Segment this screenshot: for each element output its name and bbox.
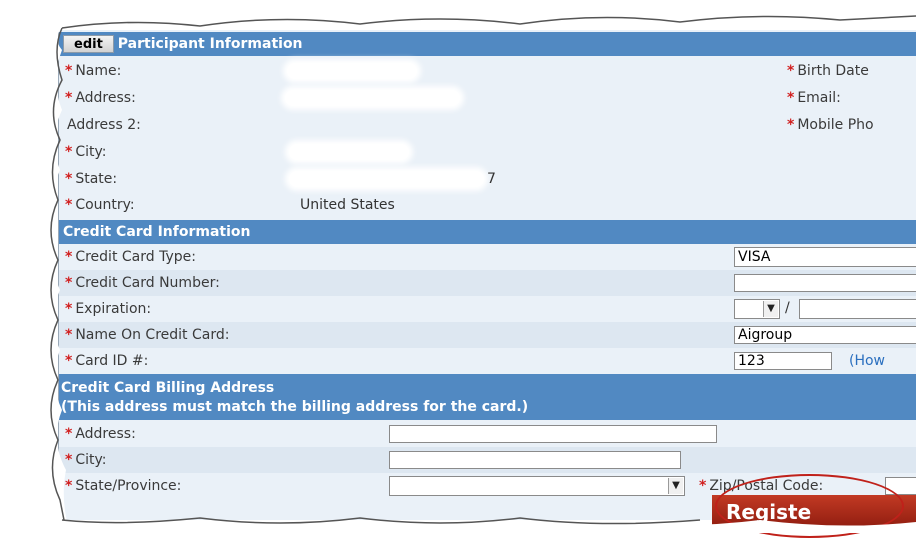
card-type-label: Credit Card Type: (75, 249, 196, 265)
credit-card-header: Credit Card Information (59, 220, 916, 244)
redacted-city (289, 144, 409, 160)
address2-row: Address 2: * Mobile Pho (59, 112, 916, 138)
edit-button[interactable]: edit (63, 35, 114, 53)
billing-city-input[interactable] (389, 451, 681, 469)
billing-address-header: Credit Card Billing Address (This addres… (59, 374, 916, 420)
card-type-row: *Credit Card Type: VISA ▼ (59, 244, 916, 270)
card-id-row: * Card ID #: 123 (How (59, 348, 916, 374)
country-value: United States (300, 197, 395, 213)
billing-address-note: (This address must match the billing add… (61, 398, 529, 415)
card-number-input[interactable] (734, 274, 916, 292)
zip-input[interactable] (885, 477, 916, 495)
billing-address-row: * Address: (59, 421, 916, 447)
state-row: * State: 7 (59, 166, 916, 192)
chevron-down-icon: ▼ (763, 301, 778, 317)
name-on-card-label: Name On Credit Card: (75, 327, 230, 343)
card-id-help-link[interactable]: (How (849, 353, 885, 369)
country-row: * Country: United States (59, 192, 916, 218)
redacted-state (289, 171, 484, 187)
card-id-input[interactable]: 123 (734, 352, 832, 370)
billing-state-select[interactable]: ▼ (389, 476, 685, 496)
name-on-card-input[interactable]: Aigroup (734, 326, 916, 344)
billing-city-label: City: (75, 452, 107, 468)
redacted-address (285, 90, 460, 106)
register-button[interactable]: Registe (712, 495, 916, 529)
name-row: * Name: * Birth Date (59, 58, 916, 84)
required-mark: * (787, 90, 795, 106)
expiration-row: * Expiration: ▼ / (59, 296, 916, 322)
required-mark: * (65, 327, 73, 343)
expiration-month-select[interactable]: ▼ (734, 299, 780, 319)
country-label: Country: (75, 197, 135, 213)
name-label: Name: (75, 63, 122, 79)
expiration-separator: / (785, 300, 790, 316)
required-mark: * (787, 117, 795, 133)
address2-label: Address 2: (67, 117, 141, 133)
required-mark: * (787, 63, 795, 79)
billing-address-input[interactable] (389, 425, 717, 443)
city-label: City: (75, 144, 107, 160)
billing-address-label: Address: (75, 426, 136, 442)
birth-date-label: Birth Date (797, 63, 869, 79)
required-mark: * (65, 478, 73, 494)
participant-info-title: Participant Information (117, 36, 303, 52)
required-mark: * (65, 452, 73, 468)
required-mark: * (65, 426, 73, 442)
card-type-value: VISA (738, 249, 771, 265)
address-row: * Address: * Email: (59, 85, 916, 111)
required-mark: * (65, 144, 73, 160)
required-mark: * (65, 249, 73, 265)
required-mark: * (65, 301, 73, 317)
name-on-card-row: * Name On Credit Card: Aigroup (59, 322, 916, 348)
email-label: Email: (797, 90, 841, 106)
expiration-label: Expiration: (75, 301, 152, 317)
registration-form: edit Participant Information * Name: * Bir… (58, 30, 916, 520)
redacted-name (287, 63, 417, 79)
required-mark: * (65, 90, 73, 106)
card-number-label: Credit Card Number: (75, 275, 220, 291)
card-number-row: * Credit Card Number: (59, 270, 916, 296)
required-mark: * (699, 478, 707, 494)
billing-city-row: * City: (59, 447, 916, 473)
required-mark: * (65, 171, 73, 187)
chevron-down-icon: ▼ (668, 478, 683, 494)
expiration-year-select[interactable] (799, 299, 916, 319)
required-mark: * (65, 353, 73, 369)
card-type-select[interactable]: VISA ▼ (734, 247, 916, 267)
required-mark: * (65, 63, 73, 79)
credit-card-title: Credit Card Information (63, 224, 251, 240)
state-label: State: (75, 171, 118, 187)
mobile-phone-label: Mobile Pho (797, 117, 874, 133)
city-row: * City: (59, 139, 916, 165)
state-partial-value: 7 (487, 171, 496, 187)
address-label: Address: (75, 90, 136, 106)
required-mark: * (65, 197, 73, 213)
billing-state-label: State/Province: (75, 478, 182, 494)
participant-info-header: edit Participant Information (59, 32, 916, 56)
zip-label: Zip/Postal Code: (709, 478, 824, 494)
required-mark: * (65, 275, 73, 291)
billing-address-title: Credit Card Billing Address (61, 379, 275, 396)
card-id-label: Card ID #: (75, 353, 149, 369)
